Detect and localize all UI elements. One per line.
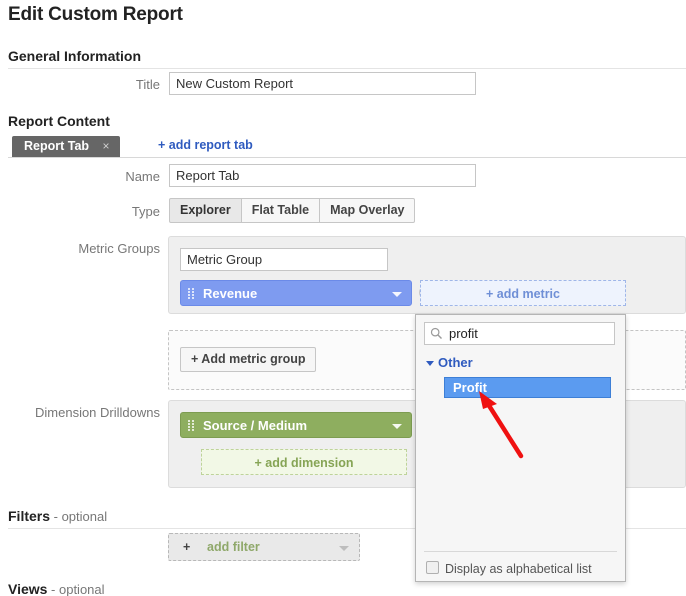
- metric-search-input[interactable]: [447, 323, 612, 344]
- dimension-chip-label: Source / Medium: [203, 418, 308, 433]
- type-option-explorer[interactable]: Explorer: [169, 198, 242, 223]
- add-dimension-button[interactable]: + add dimension: [201, 449, 407, 475]
- metric-group-name-input[interactable]: [180, 248, 388, 271]
- tab-strip-divider: [8, 157, 686, 158]
- type-option-flat-table[interactable]: Flat Table: [241, 198, 321, 223]
- close-icon[interactable]: ×: [103, 136, 110, 157]
- views-heading: Views - optional: [8, 581, 105, 596]
- report-tab-label: Report Tab: [24, 139, 90, 153]
- add-metric-group-button[interactable]: + Add metric group: [180, 347, 317, 372]
- type-segmented-control: Explorer Flat Table Map Overlay: [169, 198, 416, 223]
- title-input[interactable]: [169, 72, 476, 95]
- tab-name-label: Name: [125, 169, 160, 184]
- add-report-tab-link[interactable]: + add report tab: [158, 138, 253, 152]
- dimension-drilldowns-label: Dimension Drilldowns: [35, 405, 160, 420]
- metric-search-wrapper: [424, 322, 615, 345]
- metric-group-panel: Revenue + add metric: [168, 236, 686, 314]
- add-filter-select[interactable]: + add filter: [168, 533, 360, 561]
- metric-picker-dropdown: Other Profit Display as alphabetical lis…: [415, 314, 626, 582]
- page-title: Edit Custom Report: [8, 4, 183, 25]
- views-optional-text: - optional: [47, 582, 105, 596]
- metric-chip-revenue[interactable]: Revenue: [180, 280, 412, 306]
- add-filter-label: add filter: [207, 540, 260, 554]
- metric-group-other[interactable]: Other: [438, 355, 473, 370]
- add-metric-button[interactable]: + add metric: [420, 280, 626, 306]
- chevron-down-icon[interactable]: [392, 424, 402, 429]
- alphabetical-list-checkbox[interactable]: [426, 561, 439, 574]
- type-option-map-overlay[interactable]: Map Overlay: [320, 198, 416, 223]
- general-information-divider: [8, 68, 686, 69]
- report-tab[interactable]: Report Tab ×: [12, 136, 120, 157]
- general-information-heading-text: General Information: [8, 48, 142, 64]
- report-tab-strip: Report Tab × + add report tab: [8, 136, 686, 158]
- chevron-down-icon[interactable]: [426, 361, 434, 366]
- type-label: Type: [131, 204, 160, 219]
- metric-groups-label: Metric Groups: [78, 241, 160, 256]
- drag-handle-icon[interactable]: [188, 420, 194, 431]
- search-icon: [430, 327, 443, 340]
- general-information-heading: General Information: [8, 48, 141, 64]
- title-label: Title: [135, 77, 160, 92]
- edit-custom-report-page: Edit Custom Report General Information T…: [0, 0, 686, 596]
- report-content-heading: Report Content: [8, 113, 110, 129]
- filters-heading-text: Filters: [8, 508, 51, 524]
- dropdown-footer-divider: [424, 551, 617, 552]
- chevron-down-icon[interactable]: [392, 292, 402, 297]
- views-heading-text: Views: [8, 581, 48, 596]
- chevron-down-icon[interactable]: [339, 546, 349, 551]
- report-content-heading-text: Report Content: [8, 113, 110, 129]
- metric-chip-label: Revenue: [203, 286, 258, 301]
- drag-handle-icon[interactable]: [188, 288, 194, 299]
- tab-name-input[interactable]: [169, 164, 476, 187]
- metric-option-profit[interactable]: Profit: [444, 377, 611, 398]
- filters-heading: Filters - optional: [8, 508, 107, 524]
- alphabetical-list-label[interactable]: Display as alphabetical list: [445, 562, 592, 576]
- dimension-chip-source-medium[interactable]: Source / Medium: [180, 412, 412, 438]
- add-filter-plus: +: [183, 540, 191, 554]
- filters-optional-text: - optional: [50, 509, 108, 524]
